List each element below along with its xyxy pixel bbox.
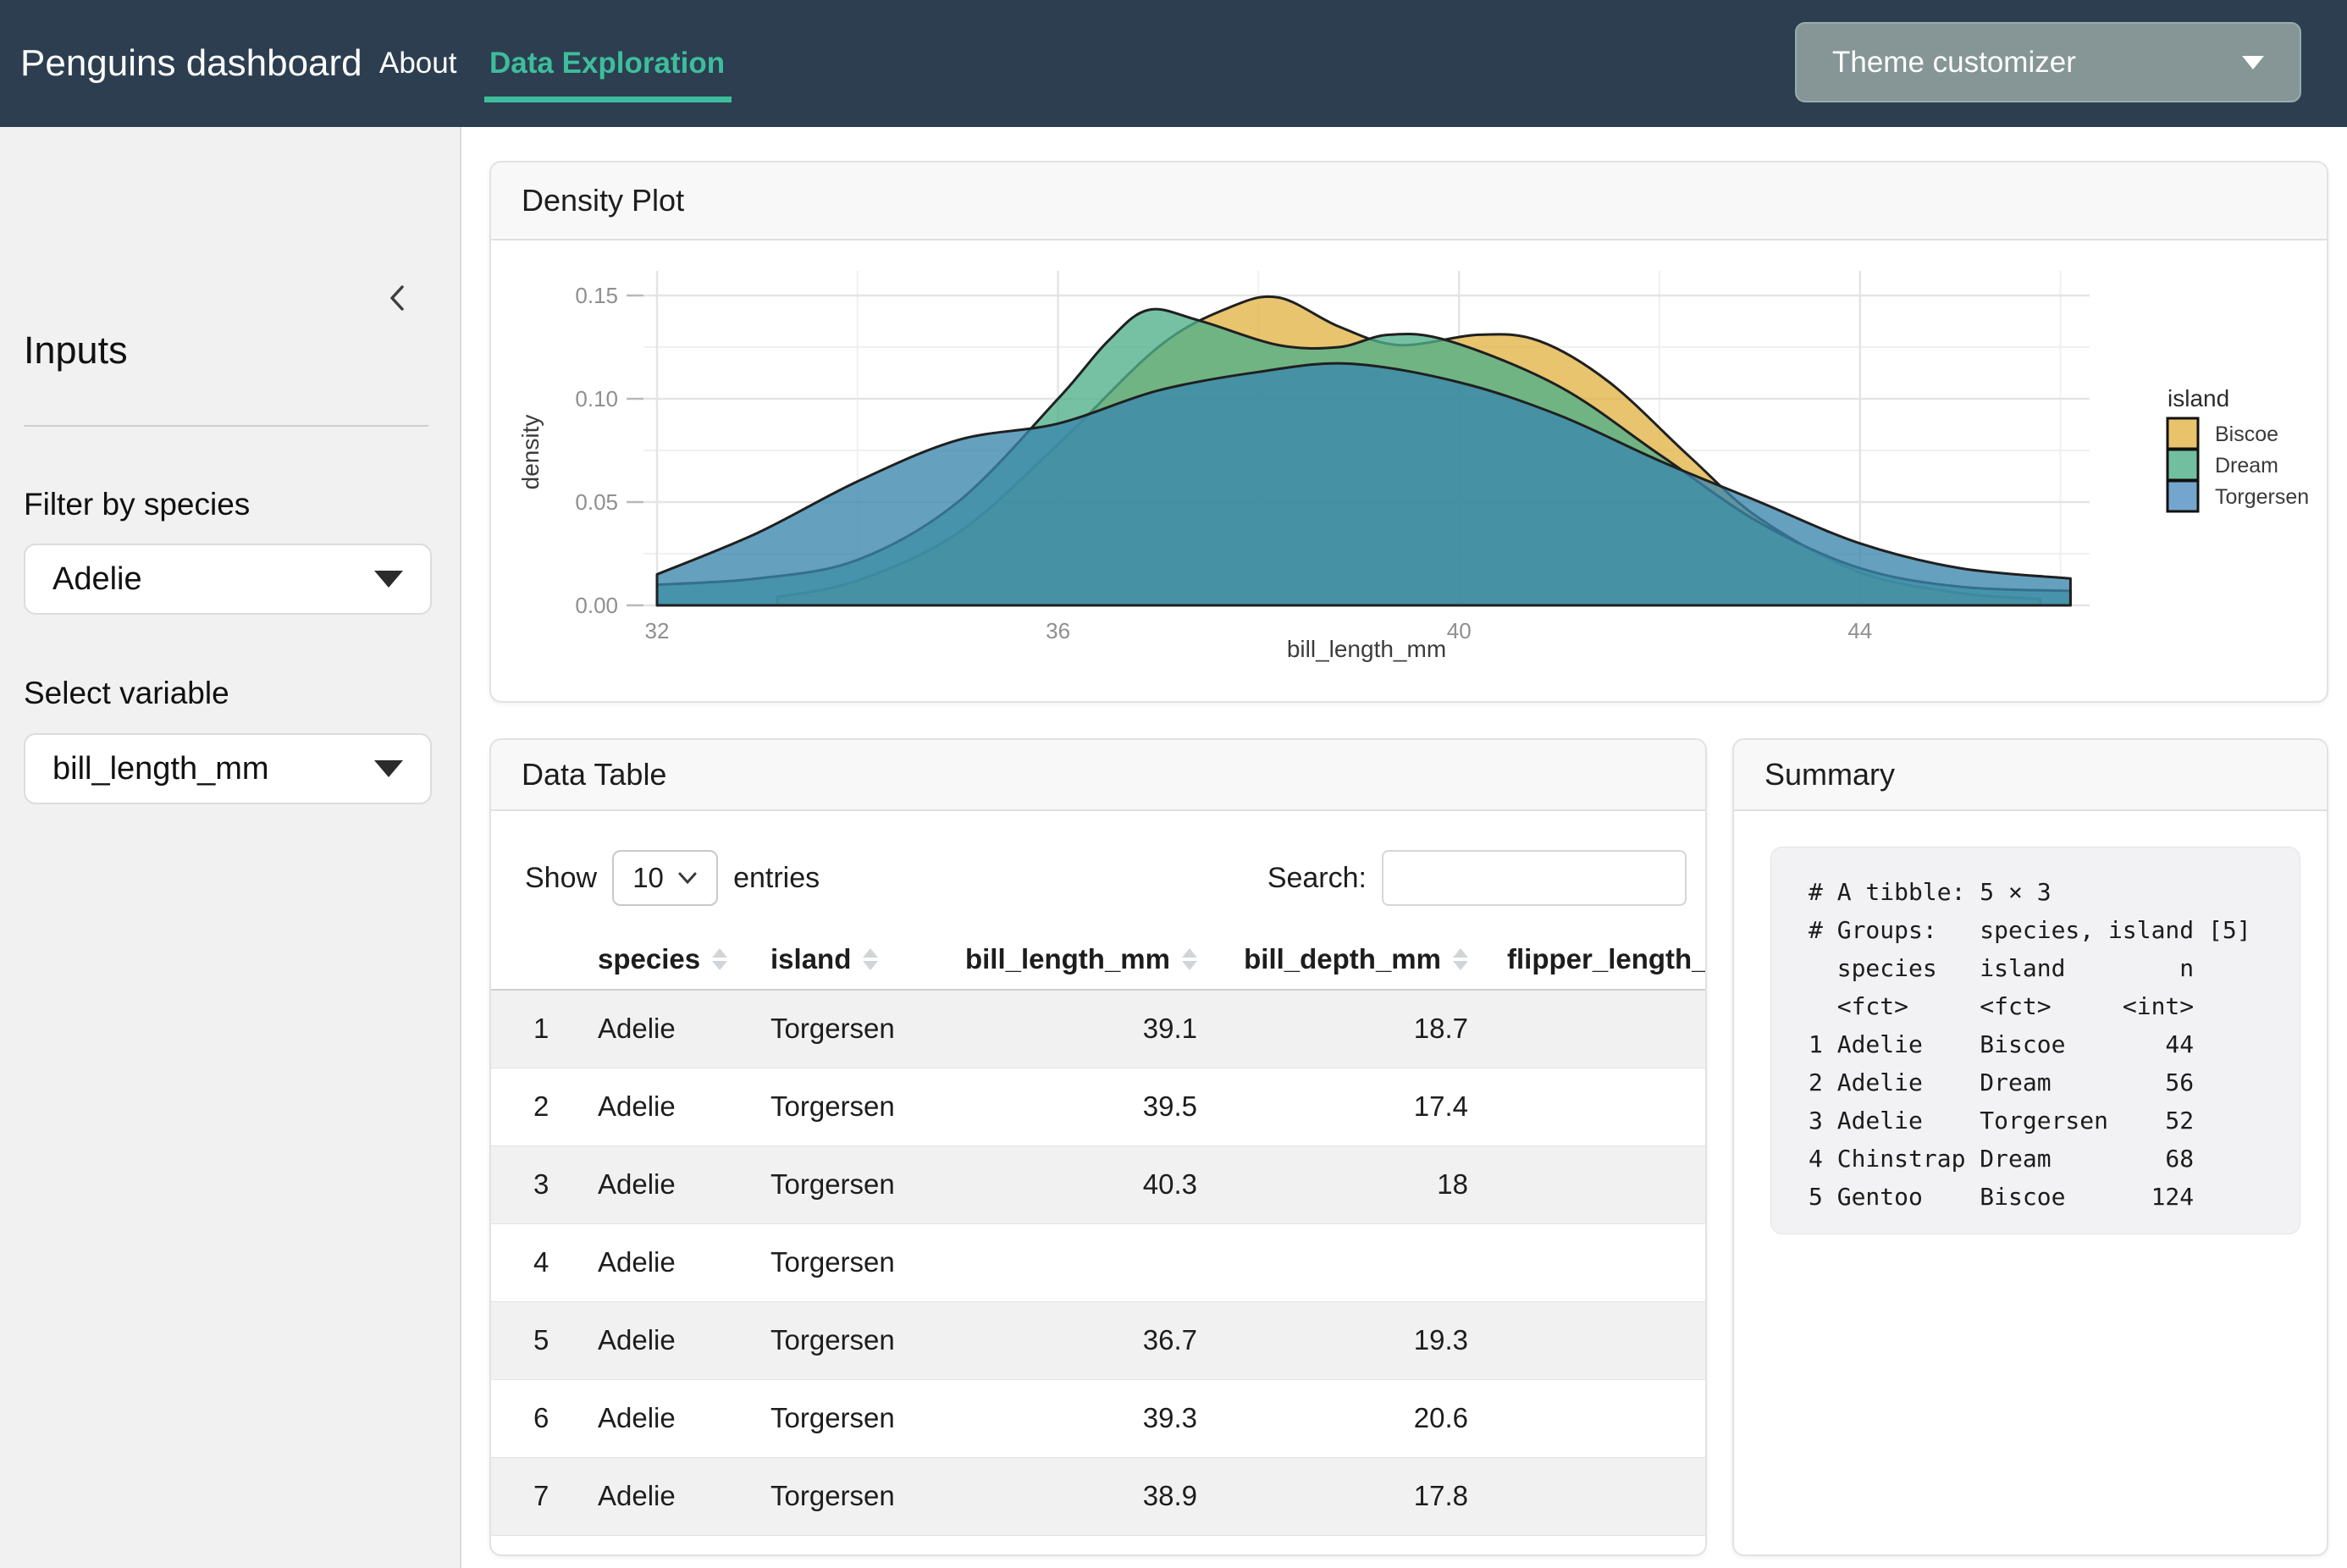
page-size-select[interactable]: 10 [612,850,718,906]
x-axis-title: bill_length_mm [1287,636,1446,662]
select-variable-label: Select variable [24,676,229,711]
sidebar-heading: Inputs [24,329,128,373]
search-input[interactable] [1382,850,1687,906]
table-row: 3AdelieTorgersen40.318 [491,1146,1707,1223]
data-table: speciesislandbill_length_mmbill_depth_mm… [491,929,1707,1556]
density-plot-title: Density Plot [522,183,684,218]
legend-label-biscoe: Biscoe [2215,422,2278,446]
tab-about[interactable]: About [379,0,456,127]
theme-customizer-button[interactable]: Theme customizer [1795,22,2301,102]
column-header-species[interactable]: species [598,929,770,990]
legend-label-dream: Dream [2215,454,2278,478]
species-select[interactable]: Adelie [24,544,432,615]
legend-title: island [2168,385,2229,411]
legend-swatch-biscoe [2168,418,2198,449]
filter-species-label: Filter by species [24,487,250,522]
svg-text:0.15: 0.15 [575,283,618,308]
species-select-value: Adelie [52,561,142,598]
caret-down-icon [2242,56,2264,69]
plot-legend: island Biscoe Dream Torgersen [2168,385,2309,511]
legend-swatch-torgersen [2168,481,2198,511]
chevron-left-icon [379,279,417,317]
svg-text:40: 40 [1447,618,1472,643]
variable-select[interactable]: bill_length_mm [24,733,432,804]
caret-down-icon [374,760,403,777]
sort-icon [1453,948,1468,970]
density-plot-card: Density Plot 0.00 0.05 0.10 0.15 32 36 40 44 bi… [489,161,2328,703]
column-header-flipper_length_mm[interactable]: flipper_length_mm [1490,929,1707,990]
theme-customizer-label: Theme customizer [1832,46,2076,80]
svg-text:0.05: 0.05 [575,489,618,515]
search-label: Search: [1267,862,1367,895]
sort-icon [863,948,878,970]
table-body: 1AdelieTorgersen39.118.72AdelieTorgersen… [491,990,1707,1556]
table-row: 5AdelieTorgersen36.719.3 [491,1301,1707,1379]
svg-text:0.00: 0.00 [575,593,618,618]
legend-label-torgersen: Torgersen [2215,485,2309,509]
svg-text:44: 44 [1847,618,1872,643]
table-row: 6AdelieTorgersen39.320.6 [491,1379,1707,1457]
navbar: Penguins dashboard About Data Exploratio… [0,0,2347,127]
svg-text:0.10: 0.10 [575,386,618,411]
table-row: 1AdelieTorgersen39.118.7 [491,990,1707,1068]
column-header-island[interactable]: island [770,929,965,990]
page-size-value: 10 [632,862,664,894]
density-plot-svg: 0.000.050.100.1532364044 bill_length_mm … [491,240,2328,703]
column-header-rownum [491,929,598,990]
summary-title: Summary [1764,757,1895,792]
svg-text:36: 36 [1046,618,1070,643]
data-table-card-header: Data Table [491,740,1705,811]
sidebar-collapse-button[interactable] [379,279,417,317]
sort-icon [712,948,727,970]
sort-icon [1182,948,1197,970]
summary-card: Summary # A tibble: 5 × 3 # Groups: spec… [1732,738,2328,1556]
column-header-bill_length_mm[interactable]: bill_length_mm [965,929,1219,990]
column-header-bill_depth_mm[interactable]: bill_depth_mm [1219,929,1490,990]
variable-select-value: bill_length_mm [52,751,269,787]
table-header-row: speciesislandbill_length_mmbill_depth_mm… [491,929,1707,990]
data-table-title: Data Table [522,757,666,792]
summary-output: # A tibble: 5 × 3 # Groups: species, isl… [1770,847,2300,1234]
entries-label: entries [733,862,820,895]
legend-swatch-dream [2168,450,2198,480]
table-controls: Show 10 entries Search: [525,850,1687,906]
chevron-down-icon [677,871,698,885]
table-row: 2AdelieTorgersen39.517.4 [491,1068,1707,1146]
summary-card-header: Summary [1734,740,2327,811]
tab-data-exploration[interactable]: Data Exploration [489,0,725,127]
table-row: 8AdelieTorgersen39.219.6 [491,1535,1707,1556]
y-axis-title: density [517,415,544,490]
show-label: Show [525,862,597,895]
active-tab-underline [484,97,732,102]
sidebar-divider [24,425,428,427]
table-row: 4AdelieTorgersen [491,1223,1707,1301]
data-table-card: Data Table Show 10 entries Search: [489,738,1707,1556]
sidebar: Inputs Filter by species Adelie Select v… [0,127,461,1568]
svg-text:32: 32 [645,618,670,643]
app-root: Penguins dashboard About Data Exploratio… [0,0,2347,1568]
density-plot-card-header: Density Plot [491,163,2327,240]
table-row: 7AdelieTorgersen38.917.8 [491,1457,1707,1535]
caret-down-icon [374,571,403,588]
app-title: Penguins dashboard [20,0,362,127]
